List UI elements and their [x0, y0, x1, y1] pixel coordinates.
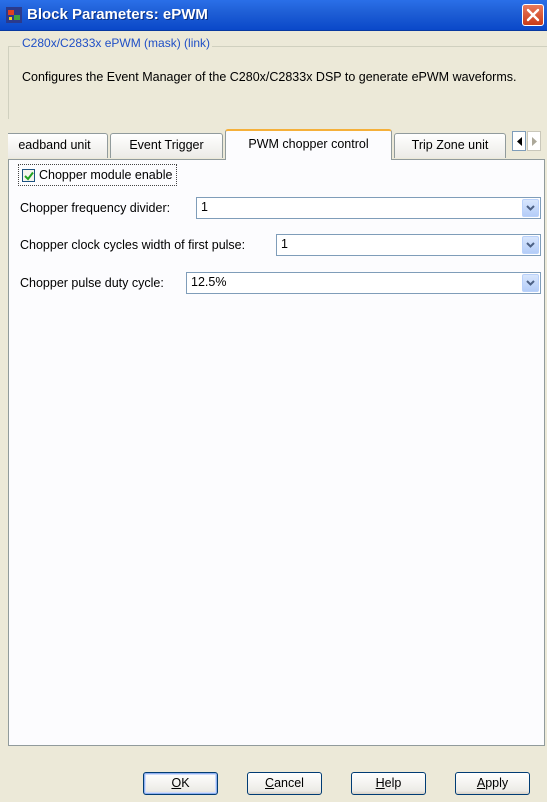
help-mnemonic: H [375, 776, 385, 790]
apply-mnemonic: A [476, 776, 486, 790]
ok-mnemonic: O [171, 776, 182, 790]
arrow-right-icon [532, 137, 537, 146]
duty-cycle-dropdown-button[interactable] [522, 274, 539, 292]
close-icon [526, 8, 540, 22]
duty-cycle-select[interactable]: 12.5% [186, 272, 541, 294]
close-button[interactable] [522, 4, 544, 26]
chevron-down-icon [526, 242, 535, 248]
tab-scroll-right-button[interactable] [527, 131, 541, 151]
apply-label-rest: pply [485, 776, 509, 790]
tab-strip: eadband unit Event Trigger PWM chopper c… [8, 128, 545, 160]
tab-trip-zone-unit[interactable]: Trip Zone unit [394, 133, 506, 158]
freq-divider-dropdown-button[interactable] [522, 199, 539, 217]
ok-button[interactable]: OK [143, 772, 218, 795]
tab-scroll-left-button[interactable] [512, 131, 526, 151]
checkmark-icon [24, 171, 34, 181]
cancel-label-rest: ancel [274, 776, 304, 790]
window-title: Block Parameters: ePWM [27, 6, 208, 23]
first-pulse-dropdown-button[interactable] [522, 236, 539, 254]
ok-label-rest: K [181, 776, 190, 790]
help-button[interactable]: Help [351, 772, 426, 795]
first-pulse-value: 1 [281, 237, 288, 251]
block-description: Configures the Event Manager of the C280… [22, 70, 517, 84]
cancel-button[interactable]: Cancel [247, 772, 322, 795]
duty-cycle-value: 12.5% [191, 275, 227, 289]
simulink-block-icon [6, 7, 22, 23]
chopper-enable-checkbox-row[interactable]: Chopper module enable [18, 164, 178, 186]
tab-pwm-chopper-control[interactable]: PWM chopper control [225, 129, 392, 160]
chevron-down-icon [526, 280, 535, 286]
first-pulse-label: Chopper clock cycles width of first puls… [20, 238, 246, 252]
freq-divider-value: 1 [201, 200, 208, 214]
tab-event-trigger[interactable]: Event Trigger [110, 133, 223, 158]
chopper-enable-label: Chopper module enable [39, 168, 173, 182]
mask-link-legend[interactable]: C280x/C2833x ePWM (mask) (link) [20, 36, 213, 50]
help-label-rest: elp [384, 776, 402, 790]
apply-button[interactable]: Apply [455, 772, 530, 795]
freq-divider-label: Chopper frequency divider: [20, 201, 171, 215]
freq-divider-select[interactable]: 1 [196, 197, 541, 219]
duty-cycle-label: Chopper pulse duty cycle: [20, 276, 164, 290]
chopper-enable-checkbox[interactable] [22, 168, 35, 182]
first-pulse-select[interactable]: 1 [276, 234, 541, 256]
title-bar[interactable]: Block Parameters: ePWM [0, 0, 547, 31]
chevron-down-icon [526, 205, 535, 211]
arrow-left-icon [517, 137, 522, 146]
tab-deadband-unit[interactable]: eadband unit [8, 133, 108, 158]
cancel-mnemonic: C [265, 776, 275, 790]
dialog-window: Block Parameters: ePWM C280x/C2833x ePWM… [0, 0, 547, 802]
